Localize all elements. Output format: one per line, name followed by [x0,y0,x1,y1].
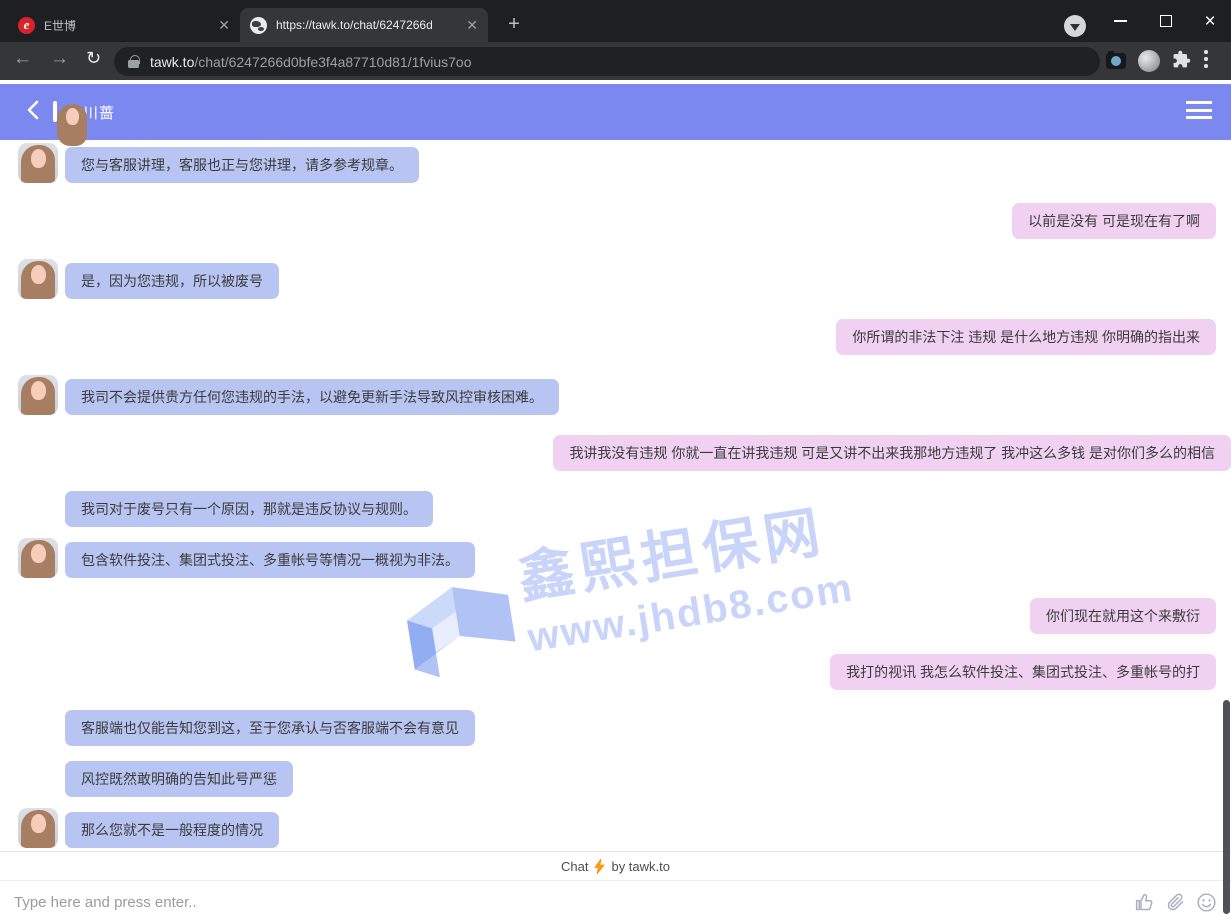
chat-bubble: 我司不会提供贵方任何您违规的手法，以避免更新手法导致风控审核困难。 [65,379,559,415]
chat-input[interactable] [0,894,1134,911]
chat-bubble: 你所谓的非法下注 违规 是什么地方违规 你明确的指出来 [836,319,1216,355]
chat-bubble: 我司对于废号只有一个原因，那就是违反协议与规则。 [65,491,433,527]
agent-avatar [18,808,58,848]
new-tab-button[interactable]: + [500,10,528,38]
url-path: /chat/6247266d0bfe3f4a87710d81/1fvius7oo [194,54,471,70]
maximize-icon [1160,15,1172,27]
chat-bubble: 是，因为您违规，所以被废号 [65,263,279,299]
message-group: 您与客服讲理，客服也正与您讲理，请多参考规章。 [0,143,1231,183]
scrollbar-thumb[interactable] [1223,700,1230,914]
e-logo-icon: e [18,17,35,34]
minimize-icon [1114,20,1127,22]
lock-icon[interactable] [128,55,139,69]
message-group: 我打的视讯 我怎么软件投注、集团式投注、多重帐号的打 [0,654,1231,690]
thumbs-up-icon[interactable] [1134,892,1155,913]
message-group: 我司不会提供贵方任何您违规的手法，以避免更新手法导致风控审核困难。 [0,375,1231,415]
brand-pre: Chat [561,859,588,874]
tab-tawk-chat[interactable]: https://tawk.to/chat/6247266d ✕ [240,8,488,42]
address-bar[interactable]: tawk.to/chat/6247266d0bfe3f4a87710d81/1f… [114,47,1100,76]
message-group: 你所谓的非法下注 违规 是什么地方违规 你明确的指出来 [0,319,1231,355]
tab-close-icon[interactable]: ✕ [466,18,478,32]
agent-avatar [18,538,58,578]
tab-eshibo[interactable]: e E世博 ✕ [8,8,240,42]
tab-close-icon[interactable]: ✕ [218,18,230,32]
close-button[interactable]: × [1188,0,1231,42]
message-group: 我讲我没有违规 你就一直在讲我违规 可是又讲不出来我那地方违规了 我冲这么多钱 … [0,435,1231,471]
message-group: 以前是没有 可是现在有了啊 [0,203,1231,239]
chat-bubble: 以前是没有 可是现在有了啊 [1012,203,1216,239]
profile-globe-icon[interactable] [1138,50,1160,72]
lightning-bolt-icon [593,859,606,874]
tab-strip: e E世博 ✕ https://tawk.to/chat/6247266d ✕ … [0,0,1231,42]
browser-menu-icon[interactable] [1204,50,1208,71]
menu-hamburger-icon[interactable] [1186,101,1212,119]
chat-page: 童川蔷 您与客服讲理，客服也正与您讲理，请多参考规章。以前是没有 可是现在有了啊… [0,80,1231,924]
chat-bubble: 包含软件投注、集团式投注、多重帐号等情况一概视为非法。 [65,542,475,578]
minimize-button[interactable] [1098,0,1142,42]
reload-button[interactable]: ↻ [86,48,101,69]
message-list: 您与客服讲理，客服也正与您讲理，请多参考规章。以前是没有 可是现在有了啊是，因为… [0,140,1231,848]
media-controls-button[interactable] [1064,15,1086,37]
chat-bubble: 客服端也仅能告知您到这，至于您承认与否客服端不会有意见 [65,710,475,746]
chat-header: 童川蔷 [0,84,1231,140]
agent-avatar [18,375,58,415]
emoji-smiley-icon[interactable] [1196,892,1217,913]
url-domain: tawk.to [150,54,194,70]
tawk-branding[interactable]: Chat by tawk.to [0,852,1231,880]
chat-bubble: 我讲我没有违规 你就一直在讲我违规 可是又讲不出来我那地方违规了 我冲这么多钱 … [553,435,1231,471]
maximize-button[interactable] [1144,0,1188,42]
close-icon: × [1204,12,1215,31]
agent-avatar [18,259,58,299]
back-button[interactable]: ← [13,48,32,70]
globe-icon [250,17,267,34]
chat-body: 您与客服讲理，客服也正与您讲理，请多参考规章。以前是没有 可是现在有了啊是，因为… [0,140,1231,852]
header-avatar [53,103,57,121]
tab-label: https://tawk.to/chat/6247266d [276,18,458,32]
triangle-down-icon [1070,24,1080,31]
tab-label: E世博 [44,17,210,34]
extensions-puzzle-icon[interactable] [1172,50,1191,74]
chat-bubble: 风控既然敢明确的告知此号严惩 [65,761,293,797]
chat-bubble: 那么您就不是一般程度的情况 [65,812,279,848]
message-group: 我司对于废号只有一个原因，那就是违反协议与规则。包含软件投注、集团式投注、多重帐… [0,491,1231,578]
message-group: 是，因为您违规，所以被废号 [0,259,1231,299]
agent-avatar [18,143,58,183]
screenshot-extension-icon[interactable] [1106,53,1126,69]
brand-post: by tawk.to [611,859,670,874]
chat-bubble: 你们现在就用这个来敷衍 [1030,598,1216,634]
message-group: 你们现在就用这个来敷衍 [0,598,1231,634]
back-chevron-icon[interactable] [26,100,39,125]
chat-input-row [0,880,1231,924]
chat-bubble: 您与客服讲理，客服也正与您讲理，请多参考规章。 [65,147,419,183]
chat-bubble: 我打的视讯 我怎么软件投注、集团式投注、多重帐号的打 [830,654,1216,690]
browser-window: e E世博 ✕ https://tawk.to/chat/6247266d ✕ … [0,0,1231,924]
attachment-paperclip-icon[interactable] [1165,892,1186,913]
forward-button[interactable]: → [50,48,69,70]
message-group: 客服端也仅能告知您到这，至于您承认与否客服端不会有意见风控既然敢明确的告知此号严… [0,710,1231,848]
